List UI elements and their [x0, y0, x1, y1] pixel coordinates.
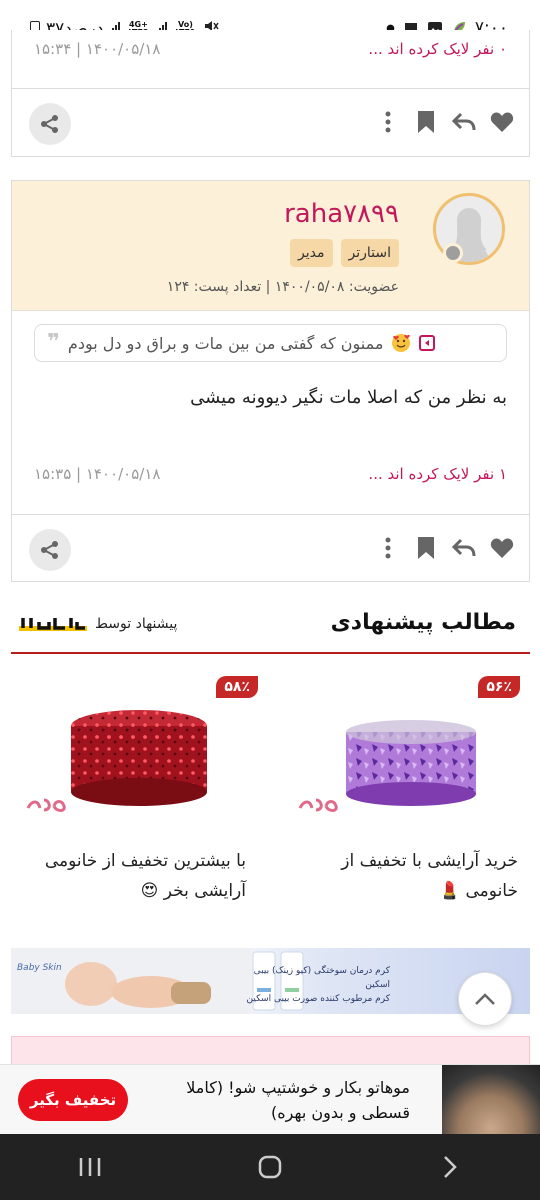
bookmark-icon: [418, 537, 434, 559]
post-actions: [12, 514, 529, 582]
recent-apps-button[interactable]: [60, 1147, 120, 1187]
suggested-section-header: مطالب پیشنهادی پیشنهاد توسط: [11, 600, 530, 654]
reply-icon: [452, 538, 476, 557]
chevron-up-icon: [475, 993, 495, 1005]
suggested-title: مطالب پیشنهادی: [330, 610, 516, 635]
chevron-right-icon: [444, 1156, 457, 1178]
user-badges: استارتر مدیر: [290, 239, 399, 267]
reply-button[interactable]: [451, 535, 477, 561]
post-timestamp: ۱۵:۳۴ | ۱۴۰۰/۰۵/۱۸: [34, 40, 161, 58]
share-icon: [41, 115, 58, 133]
user-join-info: عضویت: ۱۴۰۰/۰۵/۰۸ | تعداد پست: ۱۲۴: [166, 279, 399, 295]
previous-post-meta: ۰ نفر لایک کرده اند ... ۱۵:۳۴ | ۱۴۰۰/۰۵/…: [12, 40, 529, 70]
hair-transplant-photo: [442, 1065, 540, 1135]
ad-text: موهاتو بکار و خوشتیپ شو! (کاملا قسطی و ب…: [186, 1078, 410, 1122]
smiling-face-hearts-icon: [391, 333, 411, 353]
system-navigation-bar: [0, 1134, 540, 1200]
svg-text:Baby Skin: Baby Skin: [17, 963, 62, 973]
recent-apps-icon: [79, 1158, 101, 1176]
post-author-header: raha۷۸۹۹ استارتر مدیر عضویت: ۱۴۰۰/۰۵/۰۸ …: [12, 181, 529, 311]
ad-banner[interactable]: موهاتو بکار و خوشتیپ شو! (کاملا قسطی و ب…: [0, 1064, 540, 1135]
khanoumi-logo: [24, 794, 72, 814]
expand-quote-icon[interactable]: [419, 335, 436, 351]
more-options-button[interactable]: [375, 109, 401, 135]
post-card: raha۷۸۹۹ استارتر مدیر عضویت: ۱۴۰۰/۰۵/۰۸ …: [11, 180, 530, 582]
quote-mark-icon: ❞: [47, 330, 60, 355]
quoted-message[interactable]: ❞ ممنون که گفتی من بین مات و براق دو دل …: [34, 324, 507, 362]
reply-button[interactable]: [451, 109, 477, 135]
badge-moderator: مدیر: [290, 239, 333, 267]
bookmark-icon: [418, 111, 434, 133]
post-username[interactable]: raha۷۸۹۹: [284, 199, 399, 229]
share-button[interactable]: [29, 529, 71, 571]
bookmark-button[interactable]: [413, 109, 439, 135]
heart-icon: [490, 112, 514, 132]
khanoumi-logo: [296, 794, 344, 814]
product-card-1[interactable]: ۵۶٪ خرید آرایشی با تخفیف از خانومی 💄: [286, 672, 526, 922]
product-card-2[interactable]: ۵۸٪ با بیشترین تخفیف از خانومی آرایشی بخ…: [14, 672, 258, 922]
likes-count[interactable]: ۱ نفر لایک کرده اند ...: [368, 465, 507, 483]
like-button[interactable]: [489, 535, 515, 561]
likes-count[interactable]: ۰ نفر لایک کرده اند ...: [368, 40, 507, 58]
yektanet-logo[interactable]: [17, 612, 89, 638]
share-button[interactable]: [29, 103, 71, 145]
post-actions: [12, 88, 529, 156]
badge-starter: استارتر: [340, 239, 399, 267]
post-meta: ۱ نفر لایک کرده اند ... ۱۵:۳۵ | ۱۴۰۰/۰۵/…: [12, 465, 529, 495]
more-options-button[interactable]: [375, 535, 401, 561]
product-title[interactable]: خرید آرایشی با تخفیف از خانومی 💄: [290, 846, 518, 906]
scroll-to-top-button[interactable]: [458, 972, 512, 1026]
like-button[interactable]: [489, 109, 515, 135]
banner-text: کرم درمان سوختگی (کیو زینک) بیبی اسکین ک…: [246, 966, 390, 1004]
post-action-icons: [375, 109, 515, 135]
previous-post-card: ۰ نفر لایک کرده اند ... ۱۵:۳۴ | ۱۴۰۰/۰۵/…: [11, 30, 530, 157]
page: ۳۷درصد 4G+ LTE2 Vo) LTE1 ● ۷:۰۰ ۰: [0, 0, 540, 1200]
suggested-by-label: پیشنهاد توسط: [95, 616, 178, 632]
back-button[interactable]: [420, 1147, 480, 1187]
quote-text: ممنون که گفتی من بین مات و براق دو دل بو…: [67, 333, 384, 353]
baby-skin-banner[interactable]: Baby Skin کرم درمان سوختگی (کیو زینک) بی…: [11, 948, 530, 1014]
product-title[interactable]: با بیشترین تخفیف از خانومی آرایشی بخر 😍: [18, 846, 246, 906]
post-timestamp: ۱۵:۳۵ | ۱۴۰۰/۰۵/۱۸: [34, 465, 161, 483]
post-action-icons: [375, 535, 515, 561]
baby-photo-image: Baby Skin: [11, 948, 251, 1014]
online-status-dot: [443, 243, 463, 263]
post-body-text: به نظر من که اصلا مات نگیر دیوونه میشی: [190, 387, 507, 408]
more-vertical-icon: [385, 111, 391, 133]
share-icon: [41, 541, 58, 559]
home-icon: [258, 1155, 282, 1179]
reply-icon: [452, 112, 476, 131]
ad-cta-button[interactable]: تخفیف بگیر: [18, 1079, 128, 1121]
heart-icon: [490, 538, 514, 558]
home-button[interactable]: [240, 1147, 300, 1187]
more-vertical-icon: [385, 537, 391, 559]
bookmark-button[interactable]: [413, 535, 439, 561]
